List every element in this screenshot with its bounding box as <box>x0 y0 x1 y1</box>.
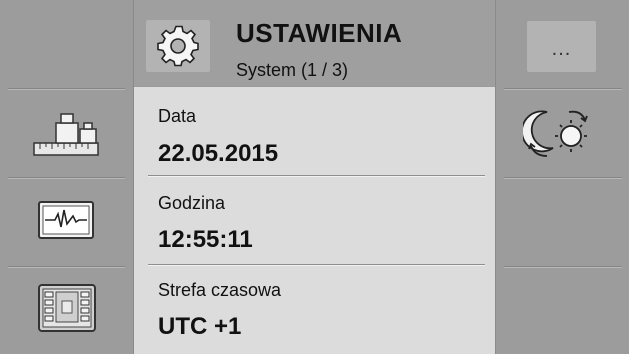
divider <box>8 177 125 179</box>
divider <box>504 88 622 90</box>
waveform-monitor-icon <box>38 201 94 239</box>
setting-value: 12:55:11 <box>158 226 253 253</box>
setting-label: Data <box>158 106 197 126</box>
settings-screen: USTAWIENIA System (1 / 3) Data 22.05.201… <box>0 0 629 354</box>
divider <box>8 266 125 268</box>
setting-label: Strefa czasowa <box>158 280 282 300</box>
gear-icon <box>157 25 199 67</box>
setting-value: 22.05.2015 <box>158 140 279 167</box>
page-subtitle: System (1 / 3) <box>236 60 349 80</box>
divider <box>504 177 622 179</box>
page-title: USTAWIENIA <box>236 18 403 48</box>
settings-gear-button[interactable] <box>146 20 210 72</box>
divider <box>8 88 125 90</box>
setting-row-time[interactable]: Godzina 12:55:11 <box>134 177 495 265</box>
display-layout-button[interactable] <box>36 282 98 334</box>
scale-weights-icon <box>33 113 99 156</box>
screen-layout-icon <box>38 284 96 332</box>
monitor-button[interactable] <box>36 198 96 242</box>
weighing-button[interactable] <box>28 108 104 160</box>
day-night-toggle-icon <box>523 110 588 157</box>
setting-label: Godzina <box>158 193 226 213</box>
more-label: ... <box>551 38 572 60</box>
divider <box>504 266 622 268</box>
setting-value: UTC +1 <box>158 313 242 340</box>
setting-row-timezone[interactable]: Strefa czasowa UTC +1 <box>134 266 495 354</box>
settings-list: Data 22.05.2015 Godzina 12:55:11 Strefa … <box>134 87 495 354</box>
left-toolbar <box>0 0 134 354</box>
more-button[interactable]: ... <box>527 21 596 72</box>
setting-row-date[interactable]: Data 22.05.2015 <box>134 87 495 175</box>
day-night-button[interactable] <box>522 104 598 162</box>
